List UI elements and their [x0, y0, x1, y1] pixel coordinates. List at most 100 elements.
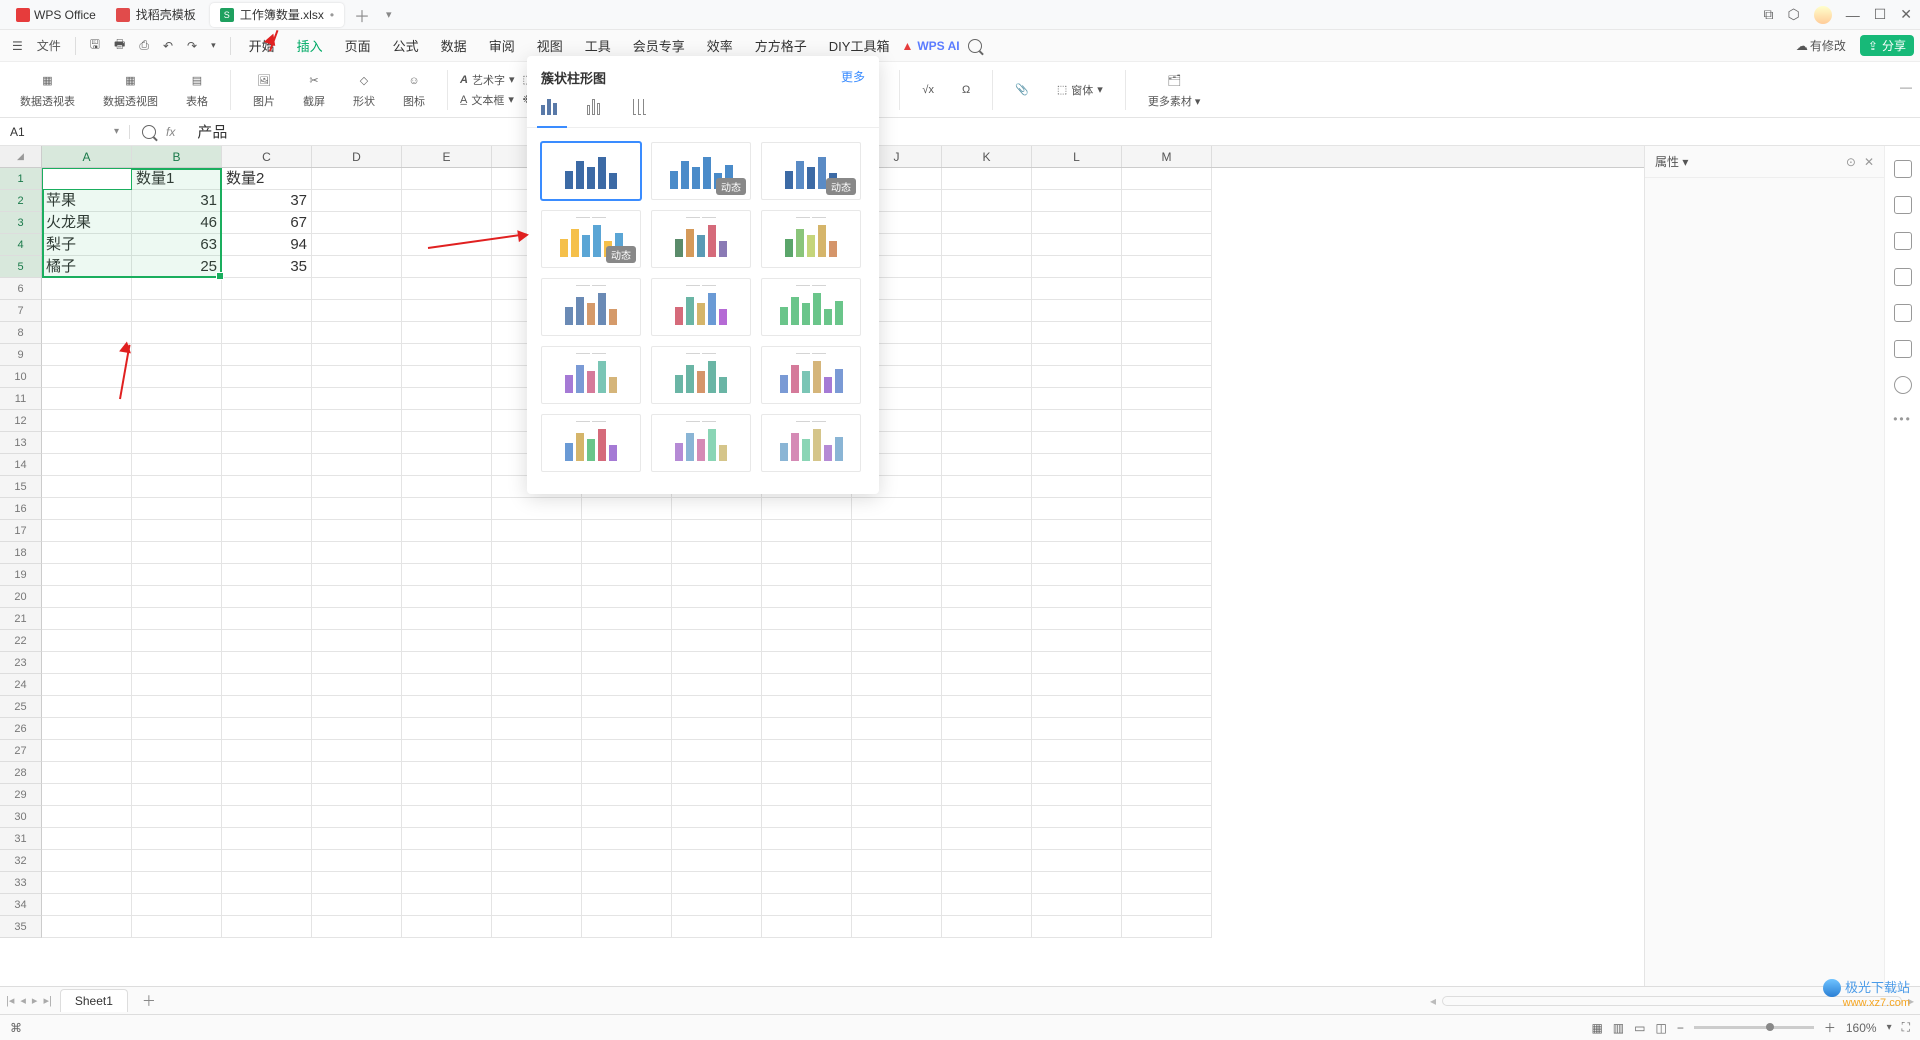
cell[interactable]: [1032, 498, 1122, 520]
cell[interactable]: [42, 630, 132, 652]
row-header[interactable]: 23: [0, 652, 42, 674]
row-header[interactable]: 11: [0, 388, 42, 410]
cell[interactable]: [132, 630, 222, 652]
cell[interactable]: [1122, 388, 1212, 410]
cell[interactable]: [672, 894, 762, 916]
menu-start[interactable]: 开始: [239, 32, 285, 59]
row-header[interactable]: 34: [0, 894, 42, 916]
cell[interactable]: 25: [132, 256, 222, 278]
cell[interactable]: [42, 696, 132, 718]
name-box[interactable]: A1 ▾: [0, 125, 130, 139]
cell[interactable]: [132, 476, 222, 498]
close-panel-icon[interactable]: ✕: [1864, 155, 1874, 169]
cell[interactable]: [222, 432, 312, 454]
cell[interactable]: [402, 762, 492, 784]
cell[interactable]: [942, 564, 1032, 586]
cursor-tool-icon[interactable]: [1894, 160, 1912, 178]
cell[interactable]: [582, 916, 672, 938]
cell[interactable]: [1032, 322, 1122, 344]
cell[interactable]: [132, 322, 222, 344]
cell[interactable]: [1032, 740, 1122, 762]
cell[interactable]: [402, 740, 492, 762]
chart-thumbnail[interactable]: [541, 142, 641, 200]
help-icon[interactable]: [1894, 376, 1912, 394]
cell[interactable]: [312, 608, 402, 630]
row-header[interactable]: 21: [0, 608, 42, 630]
cell[interactable]: [402, 542, 492, 564]
col-header-L[interactable]: L: [1032, 146, 1122, 167]
cell[interactable]: [132, 542, 222, 564]
filter-icon[interactable]: [1894, 304, 1912, 322]
menu-insert[interactable]: 插入: [287, 32, 333, 59]
cell[interactable]: [312, 278, 402, 300]
col-header-K[interactable]: K: [942, 146, 1032, 167]
row-header[interactable]: 7: [0, 300, 42, 322]
cell[interactable]: 37: [222, 190, 312, 212]
cell[interactable]: [1032, 586, 1122, 608]
chart-thumbnail[interactable]: —— ——: [541, 414, 641, 472]
cell[interactable]: [1032, 674, 1122, 696]
cell[interactable]: [1032, 894, 1122, 916]
cell[interactable]: [402, 718, 492, 740]
cell[interactable]: [852, 784, 942, 806]
cell[interactable]: [762, 872, 852, 894]
cell[interactable]: [402, 388, 492, 410]
cell[interactable]: [492, 718, 582, 740]
cell[interactable]: [492, 608, 582, 630]
cell[interactable]: [762, 696, 852, 718]
symbol-button[interactable]: Ω: [952, 84, 980, 96]
clustered-bar-tab[interactable]: [541, 95, 563, 117]
cell[interactable]: [312, 300, 402, 322]
cell[interactable]: [1122, 542, 1212, 564]
cell[interactable]: [582, 498, 672, 520]
cell[interactable]: [1122, 256, 1212, 278]
cell[interactable]: [222, 872, 312, 894]
cell[interactable]: [1122, 630, 1212, 652]
cell[interactable]: [1122, 168, 1212, 190]
row-header[interactable]: 25: [0, 696, 42, 718]
cell[interactable]: [762, 806, 852, 828]
cell[interactable]: [402, 454, 492, 476]
col-header-D[interactable]: D: [312, 146, 402, 167]
zoom-value[interactable]: 160%: [1846, 1021, 1877, 1035]
cell[interactable]: [762, 762, 852, 784]
cell[interactable]: [132, 674, 222, 696]
cell[interactable]: [42, 674, 132, 696]
cell[interactable]: [1032, 410, 1122, 432]
cell[interactable]: [852, 498, 942, 520]
cell[interactable]: [1032, 630, 1122, 652]
cell[interactable]: [42, 388, 132, 410]
cell[interactable]: [492, 828, 582, 850]
cell[interactable]: [222, 322, 312, 344]
cell[interactable]: [132, 806, 222, 828]
cell[interactable]: [132, 388, 222, 410]
row-header[interactable]: 19: [0, 564, 42, 586]
save-icon[interactable]: 🖫: [84, 33, 106, 58]
cell[interactable]: [1122, 608, 1212, 630]
cell[interactable]: [852, 630, 942, 652]
cell[interactable]: [132, 718, 222, 740]
equation-button[interactable]: √x: [912, 84, 944, 96]
chart-thumbnail[interactable]: —— ——: [761, 210, 861, 268]
cell[interactable]: [42, 762, 132, 784]
cell[interactable]: [222, 542, 312, 564]
cell[interactable]: [852, 652, 942, 674]
row-header[interactable]: 3: [0, 212, 42, 234]
cell[interactable]: [402, 652, 492, 674]
cell[interactable]: [132, 916, 222, 938]
cell[interactable]: [942, 916, 1032, 938]
cell[interactable]: [312, 762, 402, 784]
cell[interactable]: [582, 652, 672, 674]
cell[interactable]: [1122, 432, 1212, 454]
cell[interactable]: [1032, 872, 1122, 894]
cell[interactable]: [762, 894, 852, 916]
cell[interactable]: [1032, 366, 1122, 388]
cell[interactable]: [1122, 806, 1212, 828]
wps-ai-button[interactable]: ▲WPS AI: [901, 39, 959, 53]
cell[interactable]: [1122, 586, 1212, 608]
cell[interactable]: [582, 630, 672, 652]
cell[interactable]: [1122, 498, 1212, 520]
cell[interactable]: [312, 674, 402, 696]
cell[interactable]: [672, 586, 762, 608]
cell[interactable]: [672, 674, 762, 696]
